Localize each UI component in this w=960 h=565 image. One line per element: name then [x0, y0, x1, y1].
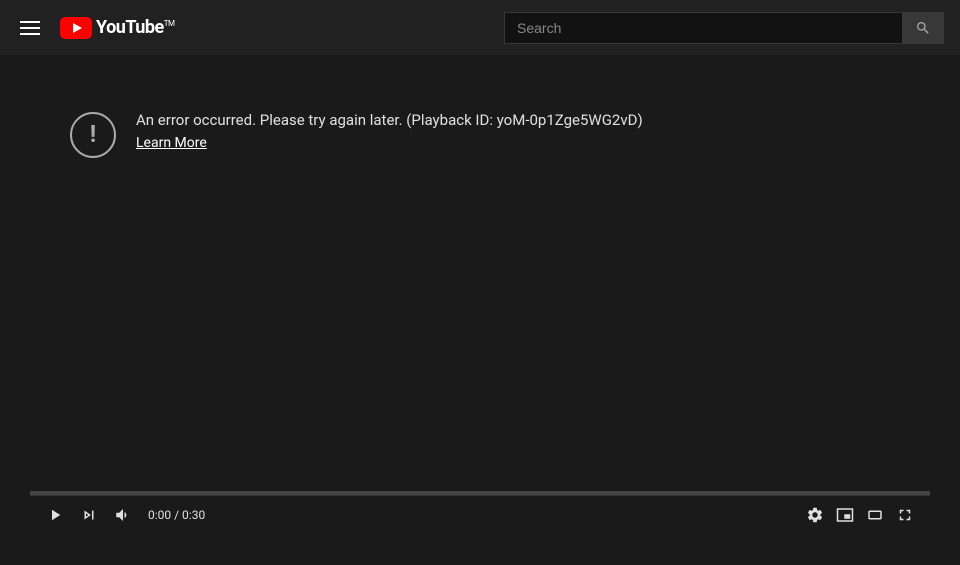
theatre-mode-icon [866, 506, 884, 524]
hamburger-menu-button[interactable] [16, 17, 44, 39]
volume-icon [114, 506, 132, 524]
error-text-area: An error occurred. Please try again late… [136, 110, 643, 151]
next-button[interactable] [76, 502, 102, 528]
controls-bar: 0:00 / 0:30 [30, 495, 930, 533]
video-area: ! An error occurred. Please try again la… [30, 55, 930, 495]
progress-bar[interactable] [30, 491, 930, 495]
miniplayer-button[interactable] [832, 502, 858, 528]
search-button[interactable] [902, 12, 944, 44]
play-button[interactable] [42, 502, 68, 528]
youtube-wordmark: YouTubeTM [96, 17, 175, 38]
youtube-logo[interactable]: YouTubeTM [60, 17, 175, 39]
right-controls [802, 502, 918, 528]
settings-icon [806, 506, 824, 524]
learn-more-link[interactable]: Learn More [136, 135, 643, 151]
error-icon-container: ! [70, 112, 116, 158]
miniplayer-icon [836, 506, 854, 524]
video-player: ! An error occurred. Please try again la… [30, 55, 930, 533]
play-icon [46, 506, 64, 524]
search-form [504, 12, 944, 44]
youtube-play-icon [60, 17, 92, 39]
youtube-superscript: TM [164, 19, 175, 28]
search-input[interactable] [504, 12, 902, 44]
settings-button[interactable] [802, 502, 828, 528]
header: YouTubeTM [0, 0, 960, 55]
fullscreen-button[interactable] [892, 502, 918, 528]
time-display: 0:00 / 0:30 [148, 508, 205, 522]
theatre-mode-button[interactable] [862, 502, 888, 528]
error-message: An error occurred. Please try again late… [136, 110, 643, 131]
page-bottom [0, 533, 960, 565]
search-icon [915, 20, 931, 36]
next-icon [80, 506, 98, 524]
error-exclamation-icon: ! [90, 122, 97, 146]
volume-button[interactable] [110, 502, 136, 528]
fullscreen-icon [896, 506, 914, 524]
